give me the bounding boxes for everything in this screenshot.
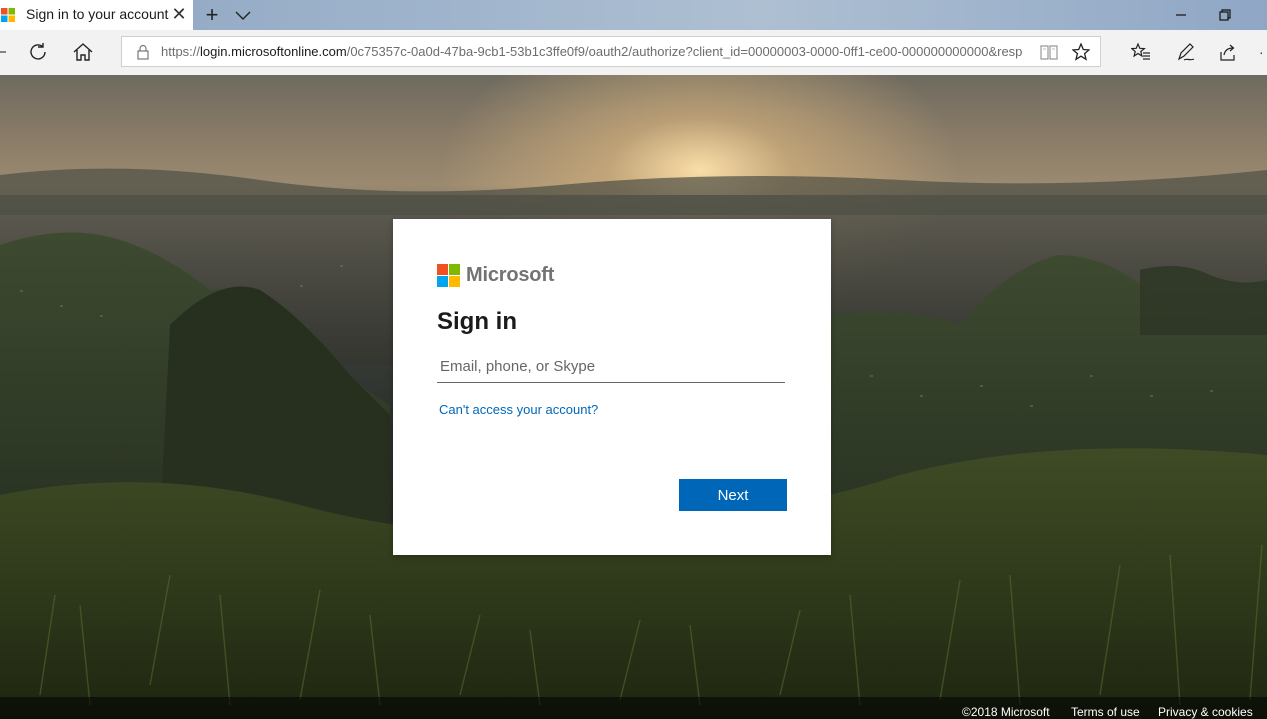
next-button[interactable]: Next	[679, 479, 787, 511]
microsoft-logo-icon	[437, 263, 460, 287]
url-prefix: https://	[161, 44, 201, 59]
reading-view-icon[interactable]	[1040, 44, 1058, 60]
chevron-down-icon[interactable]	[233, 4, 253, 26]
new-tab-button[interactable]: +	[201, 4, 223, 26]
privacy-cookies-link[interactable]: Privacy & cookies	[1158, 705, 1253, 719]
microsoft-logo: Microsoft	[437, 263, 554, 287]
browser-tab[interactable]: Sign in to your account ✕	[0, 0, 193, 30]
tab-title: Sign in to your account	[26, 6, 169, 22]
brand-name: Microsoft	[466, 263, 555, 286]
footer: ©2018 Microsoft Terms of use Privacy & c…	[0, 697, 1267, 719]
terms-of-use-link[interactable]: Terms of use	[1071, 705, 1140, 719]
favorites-hub-icon[interactable]	[1131, 42, 1151, 62]
microsoft-favicon-icon	[1, 8, 15, 22]
sign-in-card: Microsoft Sign in Can't access your acco…	[393, 219, 831, 555]
lock-icon	[137, 44, 149, 60]
pen-icon[interactable]	[1176, 42, 1196, 62]
page-title: Sign in	[437, 308, 517, 335]
url-path: /0c75357c-0a0d-47ba-9cb1-53b1c3ffe0f9/oa…	[346, 44, 1023, 59]
back-icon[interactable]	[0, 42, 8, 62]
copyright-text: ©2018 Microsoft	[962, 705, 1050, 719]
tab-strip: Sign in to your account ✕ +	[0, 0, 1267, 30]
email-field[interactable]	[437, 351, 785, 383]
url-host: login.microsoftonline.com	[200, 44, 347, 59]
cant-access-account-link[interactable]: Can't access your account?	[439, 402, 598, 417]
restore-icon[interactable]	[1214, 4, 1236, 26]
favorite-star-icon[interactable]	[1072, 43, 1090, 61]
minimize-icon[interactable]	[1170, 4, 1192, 26]
url-text[interactable]: https://login.microsoftonline.com/0c7535…	[161, 44, 1031, 59]
more-icon[interactable]: ·	[1259, 44, 1267, 60]
share-icon[interactable]	[1218, 42, 1238, 62]
home-icon[interactable]	[72, 42, 94, 62]
browser-toolbar: https://login.microsoftonline.com/0c7535…	[0, 30, 1267, 76]
address-bar[interactable]: https://login.microsoftonline.com/0c7535…	[121, 36, 1101, 67]
close-tab-icon[interactable]: ✕	[170, 5, 188, 23]
refresh-icon[interactable]	[28, 42, 48, 62]
